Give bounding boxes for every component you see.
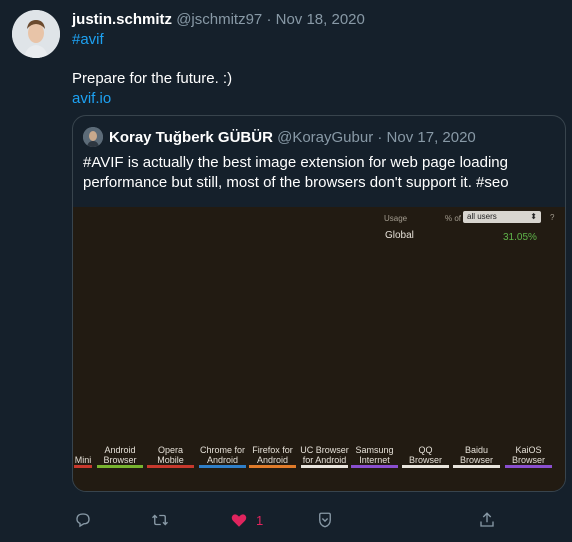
tweet-header: justin.schmitz @jschmitz97 · Nov 18, 202… bbox=[72, 10, 365, 30]
column-header: Mini bbox=[74, 455, 92, 465]
separator-dot: · bbox=[266, 11, 272, 28]
column-underline bbox=[301, 465, 348, 468]
bookmark-button[interactable] bbox=[316, 509, 334, 531]
like-count: 1 bbox=[256, 512, 264, 528]
column-header: UC Browser for Android bbox=[300, 445, 349, 465]
external-link[interactable]: avif.io bbox=[72, 90, 111, 107]
share-button[interactable] bbox=[478, 509, 496, 531]
quoted-avatar-image bbox=[83, 127, 103, 147]
column-header: KaiOS Browser bbox=[511, 445, 545, 465]
retweet-button[interactable] bbox=[150, 509, 170, 531]
column-header: QQ Browser bbox=[408, 445, 442, 465]
author-handle[interactable]: @jschmitz97 bbox=[176, 11, 262, 28]
column-header: Chrome for Android bbox=[199, 445, 245, 465]
column-underline bbox=[453, 465, 500, 468]
users-select-value: all users bbox=[467, 212, 497, 221]
column-underline bbox=[249, 465, 296, 468]
select-arrow-icon: ⬍ bbox=[530, 212, 537, 221]
quoted-separator-dot: · bbox=[377, 129, 383, 146]
column-underline bbox=[199, 465, 246, 468]
save-icon bbox=[319, 512, 331, 528]
avatar[interactable] bbox=[12, 10, 60, 58]
like-button[interactable]: 1 bbox=[230, 509, 263, 531]
usage-label: Usage bbox=[384, 214, 408, 223]
column-underline bbox=[402, 465, 449, 468]
caniuse-screenshot[interactable]: Usage % of all users ⬍ ? Global 31.05% M… bbox=[73, 207, 565, 491]
quoted-author-handle[interactable]: @KorayGubur bbox=[277, 129, 373, 146]
reply-button[interactable] bbox=[74, 509, 92, 531]
column-header: Samsung Internet bbox=[355, 445, 394, 465]
share-icon bbox=[480, 512, 494, 527]
column-header: Baidu Browser bbox=[459, 445, 493, 465]
reply-icon bbox=[76, 513, 90, 528]
heart-icon bbox=[231, 514, 247, 527]
retweet-icon bbox=[152, 514, 168, 526]
avatar-image bbox=[12, 10, 60, 58]
hashtag-link[interactable]: #avif bbox=[72, 31, 104, 48]
column-header: Android Browser bbox=[103, 445, 137, 465]
column-header: Opera Mobile bbox=[157, 445, 184, 465]
column-underline bbox=[74, 465, 92, 468]
column-underline bbox=[147, 465, 194, 468]
quoted-author-name[interactable]: Koray Tuğberk GÜBÜR bbox=[109, 129, 273, 146]
percent-of-label: % of bbox=[445, 214, 462, 223]
tweet-text: Prepare for the future. :) bbox=[72, 70, 233, 87]
column-underline bbox=[97, 465, 143, 468]
users-select: all users ⬍ bbox=[463, 211, 541, 223]
quoted-avatar[interactable] bbox=[83, 127, 103, 147]
author-name[interactable]: justin.schmitz bbox=[72, 11, 172, 28]
column-underline bbox=[351, 465, 398, 468]
global-label: Global bbox=[385, 230, 414, 241]
quoted-tweet[interactable]: Koray Tuğberk GÜBÜR @KorayGubur · Nov 17… bbox=[72, 115, 566, 492]
quoted-text: #AVIF is actually the best image extensi… bbox=[83, 154, 509, 191]
column-header: Firefox for Android bbox=[252, 445, 293, 465]
quoted-header: Koray Tuğberk GÜBÜR @KorayGubur · Nov 17… bbox=[109, 128, 476, 148]
tweet-actions: 1 bbox=[72, 509, 566, 531]
column-underline bbox=[505, 465, 552, 468]
quoted-date[interactable]: Nov 17, 2020 bbox=[387, 129, 476, 146]
help-icon: ? bbox=[550, 213, 555, 222]
tweet-date[interactable]: Nov 18, 2020 bbox=[276, 11, 365, 28]
tweet[interactable]: justin.schmitz @jschmitz97 · Nov 18, 202… bbox=[0, 0, 572, 542]
global-percentage: 31.05% bbox=[503, 232, 537, 243]
